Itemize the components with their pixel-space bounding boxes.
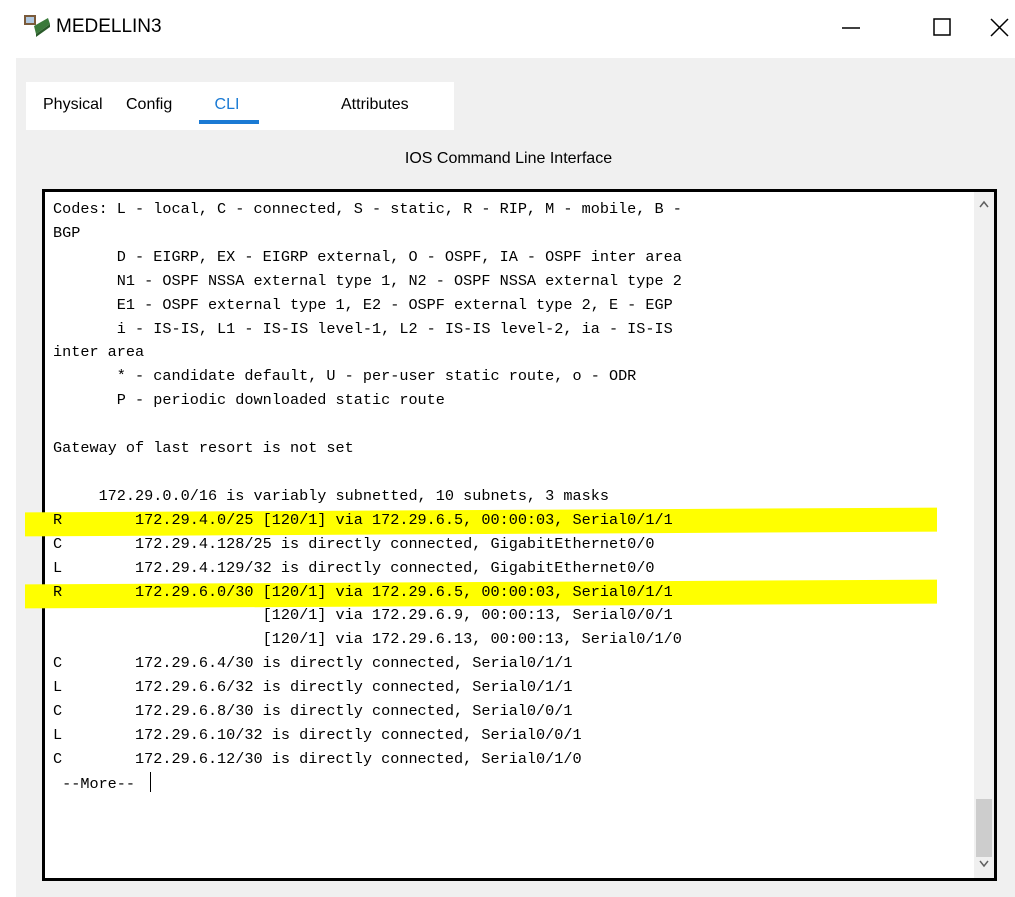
cli-line-text: L 172.29.6.10/32 is directly connected, … xyxy=(53,725,582,744)
vertical-scrollbar[interactable] xyxy=(974,192,994,878)
cli-line-text: * - candidate default, U - per-user stat… xyxy=(53,367,637,386)
minimize-button[interactable] xyxy=(822,8,882,48)
cli-line-text: R 172.29.4.0/25 [120/1] via 172.29.6.5, … xyxy=(53,510,673,529)
cli-line-text: E1 - OSPF external type 1, E2 - OSPF ext… xyxy=(53,295,673,314)
tab-config[interactable]: Config xyxy=(126,96,172,114)
cli-line: L 172.29.4.129/32 is directly connected,… xyxy=(53,557,983,581)
text-cursor xyxy=(150,771,152,792)
cli-line: L 172.29.6.10/32 is directly connected, … xyxy=(53,724,983,748)
cli-terminal[interactable]: Codes: L - local, C - connected, S - sta… xyxy=(42,189,997,881)
cli-line: Gateway of last resort is not set xyxy=(53,437,983,461)
cli-line: i - IS-IS, L1 - IS-IS level-1, L2 - IS-I… xyxy=(53,318,983,342)
cli-line-text: Gateway of last resort is not set xyxy=(53,439,354,458)
cli-header-label: IOS Command Line Interface xyxy=(404,150,613,167)
cli-line-text: D - EIGRP, EX - EIGRP external, O - OSPF… xyxy=(53,247,682,266)
cli-line-text: L 172.29.6.6/32 is directly connected, S… xyxy=(53,678,573,697)
cli-line-text: P - periodic downloaded static route xyxy=(53,391,445,410)
cli-line: C 172.29.4.128/25 is directly connected,… xyxy=(53,533,983,557)
cli-line-text: 172.29.0.0/16 is variably subnetted, 10 … xyxy=(53,486,609,505)
scrollbar-thumb[interactable] xyxy=(976,799,992,857)
cli-line: L 172.29.6.6/32 is directly connected, S… xyxy=(53,676,983,700)
cli-line: N1 - OSPF NSSA external type 1, N2 - OSP… xyxy=(53,270,983,294)
cli-line: E1 - OSPF external type 1, E2 - OSPF ext… xyxy=(53,294,983,318)
cli-line-text xyxy=(53,415,62,433)
close-icon xyxy=(990,18,1009,37)
cli-line-highlighted: R 172.29.6.0/30 [120/1] via 172.29.6.5, … xyxy=(53,581,983,605)
cli-line-text: inter area xyxy=(53,343,145,362)
cli-line: C 172.29.6.12/30 is directly connected, … xyxy=(53,748,983,772)
cli-line-text: i - IS-IS, L1 - IS-IS level-1, L2 - IS-I… xyxy=(53,319,673,338)
cli-line-text: R 172.29.6.0/30 [120/1] via 172.29.6.5, … xyxy=(53,582,673,601)
cli-line xyxy=(53,413,983,437)
maximize-icon xyxy=(933,18,951,36)
cli-line-text: C 172.29.6.8/30 is directly connected, S… xyxy=(53,702,573,721)
tab-attributes[interactable]: Attributes xyxy=(341,96,409,114)
cli-line-text: C 172.29.4.128/25 is directly connected,… xyxy=(53,534,655,553)
scroll-down-icon[interactable] xyxy=(979,860,989,868)
cli-line: P - periodic downloaded static route xyxy=(53,389,983,413)
cli-line: C 172.29.6.8/30 is directly connected, S… xyxy=(53,700,983,724)
cli-line: D - EIGRP, EX - EIGRP external, O - OSPF… xyxy=(53,246,983,270)
maximize-button[interactable] xyxy=(913,8,973,48)
cli-output: Codes: L - local, C - connected, S - sta… xyxy=(53,198,983,797)
cli-header: IOS Command Line Interface xyxy=(16,150,1015,168)
cli-line: [120/1] via 172.29.6.13, 00:00:13, Seria… xyxy=(53,628,983,652)
cli-line: 172.29.0.0/16 is variably subnetted, 10 … xyxy=(53,485,983,509)
window-title: MEDELLIN3 xyxy=(56,16,162,37)
router-laptop-icon xyxy=(22,12,52,38)
cli-line-text: C 172.29.6.4/30 is directly connected, S… xyxy=(53,654,573,673)
cli-line-text: BGP xyxy=(53,223,81,242)
cli-line: inter area xyxy=(53,341,983,365)
cli-line: * - candidate default, U - per-user stat… xyxy=(53,365,983,389)
cli-line-highlighted: R 172.29.4.0/25 [120/1] via 172.29.6.5, … xyxy=(53,509,983,533)
cli-line: [120/1] via 172.29.6.9, 00:00:13, Serial… xyxy=(53,604,983,628)
cli-line: Codes: L - local, C - connected, S - sta… xyxy=(53,198,983,222)
title-bar: MEDELLIN3 xyxy=(0,0,1015,58)
active-tab-indicator xyxy=(199,120,259,124)
cli-line-text xyxy=(53,463,62,481)
cli-line-text: [120/1] via 172.29.6.13, 00:00:13, Seria… xyxy=(53,630,682,649)
cli-line-text: C 172.29.6.12/30 is directly connected, … xyxy=(53,749,582,768)
more-prompt-line: --More-- xyxy=(53,771,983,797)
scroll-up-icon[interactable] xyxy=(979,200,989,208)
tab-bar: Physical Config CLI Attributes xyxy=(26,82,454,130)
cli-line: C 172.29.6.4/30 is directly connected, S… xyxy=(53,652,983,676)
more-prompt: --More-- xyxy=(53,774,145,793)
minimize-icon xyxy=(842,27,860,29)
cli-line-text: L 172.29.4.129/32 is directly connected,… xyxy=(53,558,655,577)
cli-line: BGP xyxy=(53,222,983,246)
close-button[interactable] xyxy=(985,8,1015,48)
cli-line-text: [120/1] via 172.29.6.9, 00:00:13, Serial… xyxy=(53,606,673,625)
cli-line-text: N1 - OSPF NSSA external type 1, N2 - OSP… xyxy=(53,271,682,290)
cli-line-text: Codes: L - local, C - connected, S - sta… xyxy=(53,200,682,218)
tab-physical[interactable]: Physical xyxy=(43,96,103,114)
cli-line xyxy=(53,461,983,485)
tab-cli[interactable]: CLI xyxy=(198,96,256,114)
